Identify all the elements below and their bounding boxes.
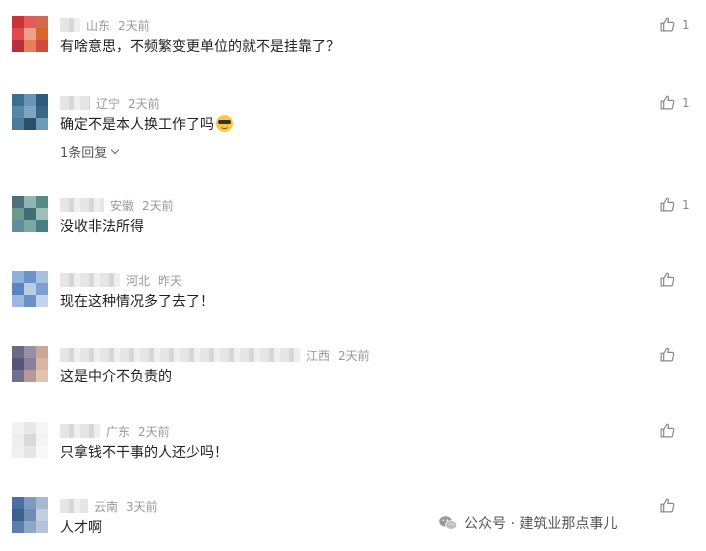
thumbs-up-icon [659,16,676,33]
comment-location: 山东 [86,18,111,33]
avatar[interactable] [12,497,48,533]
comment-location: 云南 [94,499,119,514]
avatar[interactable] [12,16,48,52]
avatar[interactable] [12,422,48,458]
comment-text-line: 没收非法所得 [60,216,144,236]
avatar[interactable] [12,196,48,232]
comment-text-line: 这是中介不负责的 [60,366,172,386]
watermark: 公众号 · 建筑业那点事儿 [438,513,617,533]
thumbs-up-icon [659,497,676,514]
comment-location: 江西 [306,348,331,363]
like-button[interactable] [659,271,688,288]
username-blurred[interactable] [60,273,120,287]
comment-text: 没收非法所得 [60,219,144,235]
like-count: 1 [682,95,690,110]
comment-text: 人才啊 [60,520,102,536]
username-blurred[interactable] [60,424,100,438]
comment-meta: 安徽 2天前 [60,196,174,214]
comment-text: 有啥意思，不频繁变更单位的就不是挂靠了？ [60,39,340,55]
thumbs-up-icon [659,422,676,439]
username-blurred[interactable] [60,499,88,513]
comment-text: 只拿钱不干事的人还少吗！ [60,445,228,461]
comment-time: 2天前 [138,424,170,439]
watermark-text: 公众号 · 建筑业那点事儿 [464,516,618,532]
like-button[interactable] [659,346,688,363]
comment-meta: 辽宁 2天前 [60,94,160,112]
comment-time: 2天前 [128,96,160,111]
thumbs-up-icon [659,94,676,111]
comment-location: 安徽 [110,198,135,213]
like-button[interactable] [659,497,688,514]
comment-meta: 山东 2天前 [60,16,150,34]
chevron-down-icon [111,145,120,154]
comment-time: 2天前 [118,18,150,33]
comment-time: 2天前 [338,348,370,363]
like-button[interactable] [659,422,688,439]
comment-time: 2天前 [142,198,174,213]
thumbs-up-icon [659,196,676,213]
like-button[interactable]: 1 [659,94,690,111]
comment-time: 3天前 [126,499,158,514]
comment-meta: 广东 2天前 [60,422,170,440]
username-blurred[interactable] [60,96,90,110]
comment-text-line: 只拿钱不干事的人还少吗！ [60,442,228,462]
comment-meta: 河北 昨天 [60,271,182,289]
comment-meta: 江西 2天前 [60,346,370,364]
username-blurred[interactable] [60,348,300,362]
comment-text-line: 现在这种情况多了去了！ [60,291,214,311]
comment-time: 昨天 [158,273,183,288]
comment-meta: 云南 3天前 [60,497,158,515]
comment-location: 河北 [126,273,151,288]
comment-text: 这是中介不负责的 [60,369,172,385]
replies-label: 1条回复 [60,146,108,161]
like-count: 1 [682,197,690,212]
username-blurred[interactable] [60,18,80,32]
like-count: 1 [682,17,690,32]
comment-text: 现在这种情况多了去了！ [60,294,214,310]
like-button[interactable]: 1 [659,196,690,213]
like-button[interactable]: 1 [659,16,690,33]
avatar[interactable] [12,94,48,130]
comment-location: 广东 [106,424,131,439]
thumbs-up-icon [659,271,676,288]
comment-location: 辽宁 [96,96,121,111]
comment-text-line: 有啥意思，不频繁变更单位的就不是挂靠了？ [60,36,340,56]
comment-text-line: 人才啊 [60,517,102,537]
comment-text: 确定不是本人换工作了吗 [60,117,214,133]
username-blurred[interactable] [60,198,104,212]
avatar[interactable] [12,346,48,382]
avatar[interactable] [12,271,48,307]
sunglasses-emoji [216,115,233,132]
view-replies-button[interactable]: 1条回复 [60,142,120,161]
wechat-icon [439,516,458,530]
comment-text-line: 确定不是本人换工作了吗 [60,114,233,134]
thumbs-up-icon [659,346,676,363]
